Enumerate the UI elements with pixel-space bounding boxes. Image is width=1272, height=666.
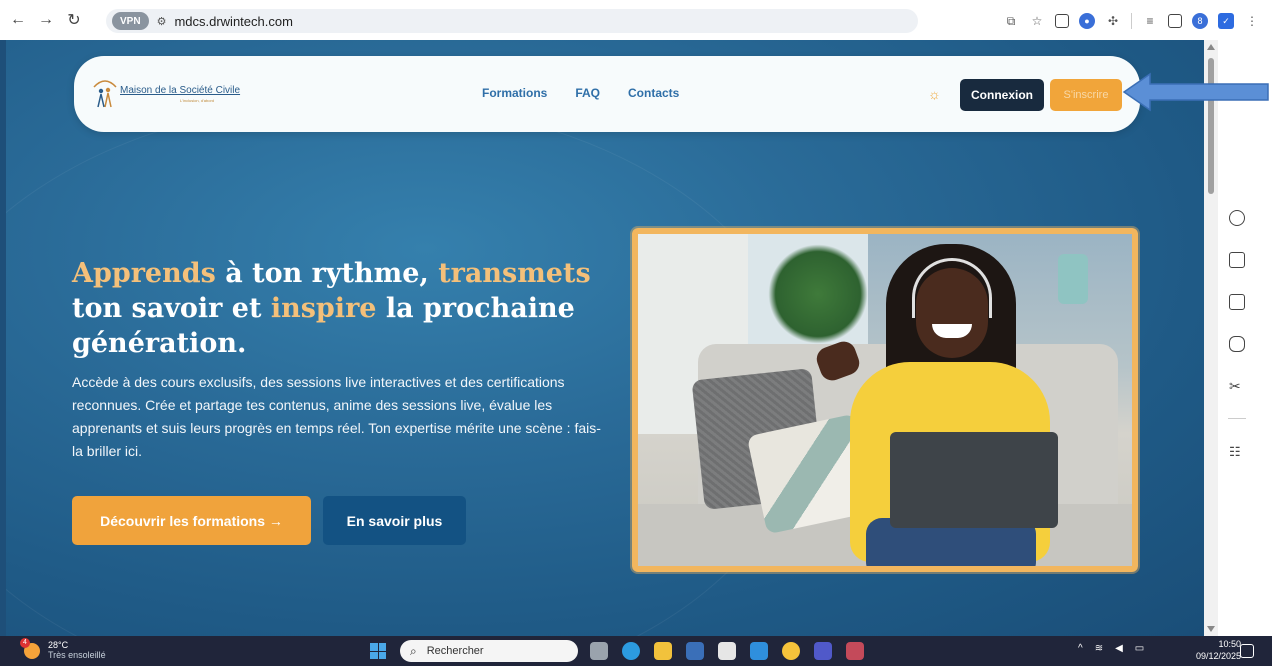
reload-icon[interactable]: ↻ — [64, 10, 84, 30]
logo-tagline: L'inclusion, d'abord — [180, 98, 214, 103]
tray-chevron-up-icon[interactable]: ^ — [1078, 643, 1083, 654]
sidebar-toggle-icon[interactable] — [1168, 14, 1182, 28]
image-laptop — [890, 432, 1058, 528]
address-bar[interactable]: VPN ⚙ mdcs.drwintech.com — [106, 9, 918, 33]
scroll-down-arrow-icon[interactable] — [1207, 626, 1215, 632]
reading-list-icon[interactable]: ≡ — [1142, 13, 1158, 29]
extensions-bar: ⧉ ☆ ● ✣ ≡ 8 ✓ ⋮ — [1003, 10, 1272, 32]
scroll-up-arrow-icon[interactable] — [1207, 44, 1215, 50]
pinned-app-icon[interactable] — [846, 642, 864, 660]
customize-icon[interactable]: ☷ — [1229, 444, 1245, 460]
chrome-icon[interactable] — [782, 642, 800, 660]
security-shield-icon[interactable]: ✓ — [1218, 13, 1234, 29]
system-clock[interactable]: 10:50 09/12/2025 — [1196, 639, 1241, 662]
search-icon: ⌕ — [410, 643, 417, 658]
battery-icon[interactable]: ▭ — [1135, 643, 1144, 654]
discover-formations-button[interactable]: Découvrir les formations → — [72, 496, 311, 545]
media-icon[interactable] — [1055, 14, 1069, 28]
taskbar-search-placeholder: Rechercher — [426, 645, 484, 657]
back-icon[interactable]: ← — [8, 10, 28, 30]
clock-date: 09/12/2025 — [1196, 651, 1242, 661]
taskbar-apps — [590, 642, 864, 660]
gamepad-icon[interactable] — [1229, 336, 1245, 352]
wifi-icon[interactable]: ≋ — [1095, 643, 1103, 654]
site-header: Maison de la Société Civile L'inclusion,… — [74, 56, 1140, 132]
browser-side-panel: ✂ ☷ — [1218, 40, 1272, 636]
lens-search-icon[interactable] — [1229, 210, 1245, 226]
weather-badge: 4 — [20, 637, 30, 648]
notifications-icon[interactable] — [1240, 644, 1254, 658]
hero-image — [632, 228, 1138, 572]
toolbar-divider — [1131, 13, 1132, 29]
menu-kebab-icon[interactable]: ⋮ — [1244, 13, 1260, 29]
nav-faq[interactable]: FAQ — [575, 86, 600, 100]
photos-icon[interactable] — [750, 642, 768, 660]
logo-mark-icon — [92, 77, 118, 111]
side-panel-divider — [1228, 418, 1246, 419]
main-nav: Formations FAQ Contacts — [482, 86, 679, 100]
file-explorer-icon[interactable] — [654, 642, 672, 660]
taskbar-search[interactable]: ⌕ Rechercher — [400, 640, 578, 662]
hero-title-accent-1: Apprends — [72, 258, 216, 289]
login-button[interactable]: Connexion — [960, 79, 1044, 111]
sun-icon[interactable]: ☼ — [928, 87, 942, 101]
site-logo[interactable]: Maison de la Société Civile L'inclusion,… — [92, 74, 242, 114]
extensions-puzzle-icon[interactable]: ✣ — [1105, 13, 1121, 29]
bookmark-star-icon[interactable]: ☆ — [1029, 13, 1045, 29]
edge-browser-icon[interactable] — [622, 642, 640, 660]
hero-title-text-2: ton savoir et — [72, 293, 271, 324]
volume-icon[interactable]: ◀ — [1115, 643, 1123, 654]
hero-title: Apprends à ton rythme, transmets ton sav… — [72, 256, 592, 361]
page-viewport: Maison de la Société Civile L'inclusion,… — [6, 40, 1204, 636]
system-tray: ^ ≋ ◀ ▭ — [1078, 643, 1144, 654]
site-info-icon[interactable]: ⚙ — [157, 15, 167, 28]
weather-widget[interactable]: 4 28°C Très ensoleillé — [20, 637, 106, 661]
hero-title-accent-3: inspire — [270, 293, 377, 324]
weather-sun-icon: 4 — [20, 637, 40, 659]
extension-shield-icon[interactable]: ● — [1079, 13, 1095, 29]
nav-contacts[interactable]: Contacts — [628, 86, 679, 100]
image-plant — [768, 244, 868, 344]
browser-toolbar: ← → ↻ VPN ⚙ mdcs.drwintech.com ⧉ ☆ ● ✣ ≡… — [0, 0, 1272, 40]
save-page-icon[interactable] — [1229, 252, 1245, 268]
tools-icon[interactable]: ✂ — [1229, 378, 1245, 394]
os-taskbar: 4 28°C Très ensoleillé ⌕ Rechercher ^ ≋ … — [0, 636, 1272, 666]
weather-description: Très ensoleillé — [48, 650, 106, 660]
vpn-badge[interactable]: VPN — [112, 12, 149, 30]
signup-button[interactable]: S'inscrire — [1050, 79, 1122, 111]
edit-note-icon[interactable] — [1229, 294, 1245, 310]
hero-title-accent-2: transmets — [438, 258, 591, 289]
forward-icon[interactable]: → — [36, 10, 56, 30]
weather-temperature: 28°C — [48, 640, 69, 650]
clock-time: 10:50 — [1218, 639, 1242, 649]
hero-title-text-1: à ton rythme, — [215, 258, 439, 289]
nav-formations[interactable]: Formations — [482, 86, 547, 100]
windows-start-icon[interactable] — [370, 643, 386, 659]
annotation-arrow-icon — [1122, 72, 1269, 112]
hero-description: Accède à des cours exclusifs, des sessio… — [72, 374, 601, 459]
page-scrollbar[interactable] — [1204, 40, 1218, 636]
image-vase — [1058, 254, 1088, 304]
app-settings-icon[interactable] — [686, 642, 704, 660]
profile-icon[interactable]: 8 — [1192, 13, 1208, 29]
teams-icon[interactable] — [814, 642, 832, 660]
store-icon[interactable] — [718, 642, 736, 660]
learn-more-button[interactable]: En savoir plus — [323, 496, 466, 545]
url-text[interactable]: mdcs.drwintech.com — [174, 14, 292, 29]
install-app-icon[interactable]: ⧉ — [1003, 13, 1019, 29]
logo-name: Maison de la Société Civile — [120, 85, 241, 96]
task-view-icon[interactable] — [590, 642, 608, 660]
